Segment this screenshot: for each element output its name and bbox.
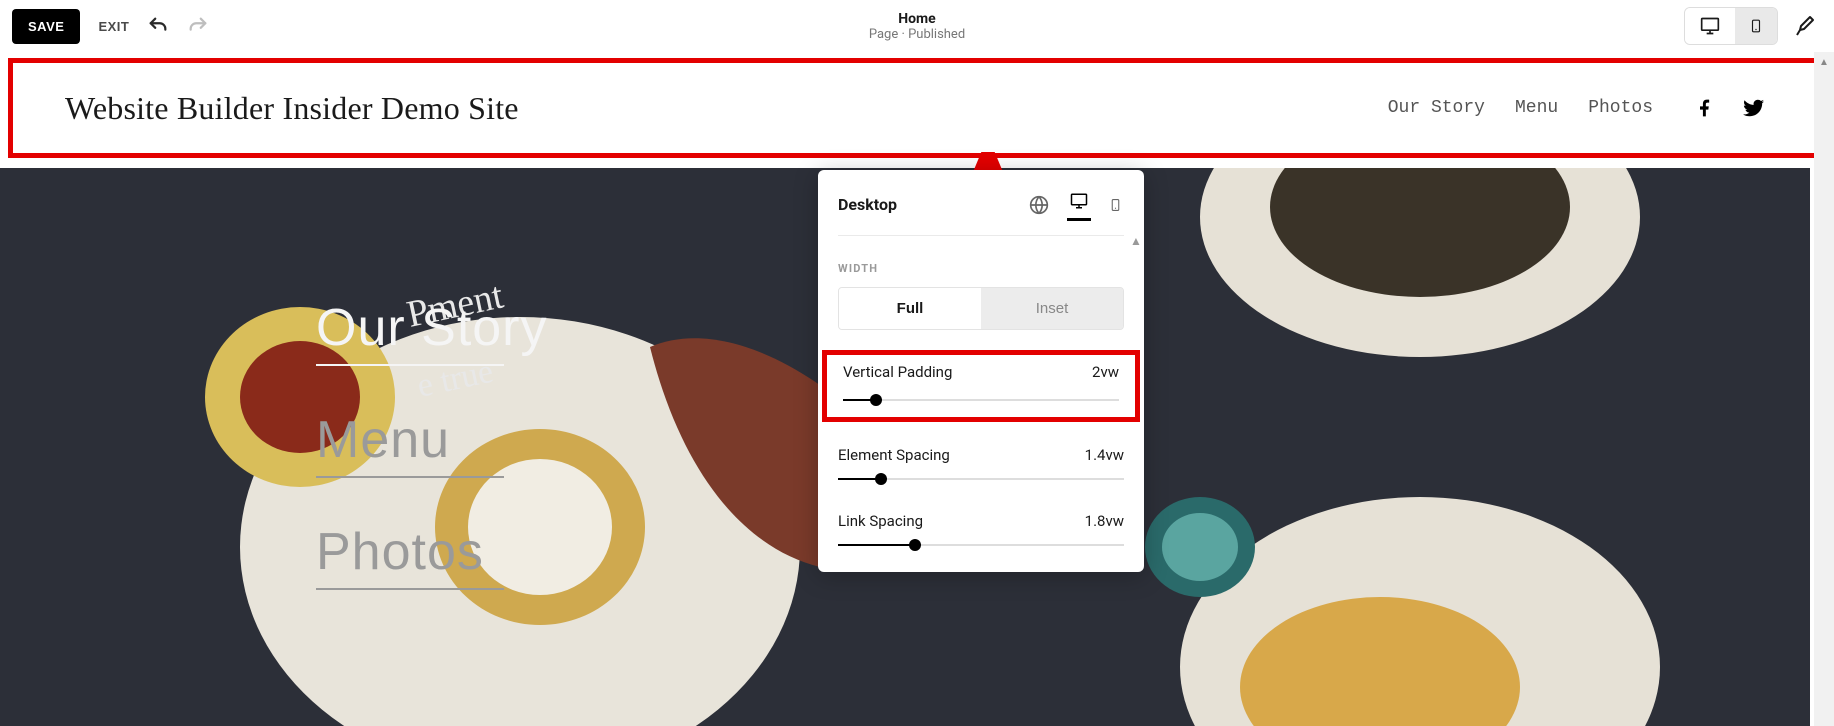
slider-header: Element Spacing 1.4vw (838, 446, 1124, 464)
device-toggle-group (1684, 7, 1778, 45)
editor-toolbar: SAVE EXIT Home Page · Published (0, 0, 1834, 52)
vertical-padding-value: 2vw (1092, 363, 1119, 381)
nav-link-our-story[interactable]: Our Story (1388, 98, 1485, 118)
toolbar-right (1684, 7, 1822, 45)
hero-link-our-story[interactable]: Our Story (316, 298, 548, 366)
element-spacing-label: Element Spacing (838, 446, 950, 464)
page-indicator: Home Page · Published (869, 11, 965, 42)
slider-thumb[interactable] (870, 394, 882, 406)
mobile-icon (1749, 16, 1763, 36)
hero-label: Photos (316, 523, 484, 581)
slider-fill (838, 544, 915, 546)
facebook-icon[interactable] (1695, 98, 1715, 118)
vertical-padding-highlight: Vertical Padding 2vw (822, 350, 1140, 422)
width-segmented-control: Full Inset (838, 287, 1124, 330)
redo-button[interactable] (187, 15, 209, 37)
site-header[interactable]: Website Builder Insider Demo Site Our St… (13, 63, 1817, 153)
undo-button[interactable] (147, 15, 169, 37)
slider-header: Vertical Padding 2vw (843, 363, 1119, 381)
element-spacing-value: 1.4vw (1085, 446, 1124, 464)
mobile-view-button[interactable] (1735, 8, 1777, 44)
link-spacing-label: Link Spacing (838, 512, 923, 530)
panel-desktop-tab[interactable] (1067, 188, 1091, 221)
site-title[interactable]: Website Builder Insider Demo Site (65, 90, 519, 127)
scroll-up-icon[interactable]: ▲ (1130, 234, 1140, 248)
panel-title: Desktop (838, 195, 897, 214)
panel-header: Desktop (818, 170, 1144, 235)
slider-thumb[interactable] (875, 473, 887, 485)
desktop-icon (1699, 16, 1721, 36)
save-button[interactable]: SAVE (12, 9, 80, 44)
nav-link-photos[interactable]: Photos (1588, 98, 1653, 118)
page-title: Home (869, 11, 965, 27)
scroll-up-icon[interactable]: ▲ (1814, 52, 1834, 72)
width-full-option[interactable]: Full (839, 288, 981, 329)
link-spacing-slider[interactable] (838, 544, 1124, 546)
slider-header: Link Spacing 1.8vw (838, 512, 1124, 530)
panel-mobile-tab[interactable] (1107, 192, 1124, 218)
hero-label: Our Story (316, 299, 548, 357)
page-scrollbar[interactable]: ▲ (1814, 52, 1834, 726)
social-icons (1695, 97, 1765, 119)
redo-icon (187, 15, 209, 37)
element-spacing-slider[interactable] (838, 478, 1124, 480)
hero-nav-text: Our Story Menu Photos (316, 298, 548, 590)
nav-link-menu[interactable]: Menu (1515, 98, 1558, 118)
hero-label: Menu (316, 411, 450, 469)
site-nav: Our Story Menu Photos (1388, 97, 1765, 119)
underline (316, 476, 504, 478)
width-section-label: WIDTH (818, 236, 1144, 287)
desktop-icon (1069, 192, 1089, 210)
link-spacing-value: 1.8vw (1085, 512, 1124, 530)
underline (316, 364, 504, 366)
styles-button[interactable] (1786, 8, 1822, 44)
panel-device-tabs (1027, 188, 1124, 221)
site-header-highlight: Website Builder Insider Demo Site Our St… (8, 58, 1822, 158)
panel-globe-tab[interactable] (1027, 191, 1051, 219)
undo-icon (147, 15, 169, 37)
page-status: Page · Published (869, 27, 965, 42)
panel-scrollbar[interactable]: ▲ (1130, 234, 1140, 564)
link-spacing-block: Link Spacing 1.8vw (818, 494, 1144, 560)
desktop-view-button[interactable] (1685, 8, 1735, 44)
hero-link-menu[interactable]: Menu (316, 410, 548, 478)
header-settings-panel: Desktop ▲ WIDTH Full Inset Vertical Padd… (818, 170, 1144, 572)
exit-button[interactable]: EXIT (98, 19, 129, 34)
toolbar-left: SAVE EXIT (12, 9, 209, 44)
width-inset-option[interactable]: Inset (981, 288, 1123, 329)
vertical-padding-slider[interactable] (843, 399, 1119, 401)
element-spacing-block: Element Spacing 1.4vw (818, 428, 1144, 494)
vertical-padding-label: Vertical Padding (843, 363, 952, 381)
globe-icon (1029, 195, 1049, 215)
paintbrush-icon (1792, 14, 1816, 38)
slider-thumb[interactable] (909, 539, 921, 551)
underline (316, 588, 504, 590)
twitter-icon[interactable] (1743, 97, 1765, 119)
hero-link-photos[interactable]: Photos (316, 522, 548, 590)
mobile-icon (1109, 196, 1122, 214)
